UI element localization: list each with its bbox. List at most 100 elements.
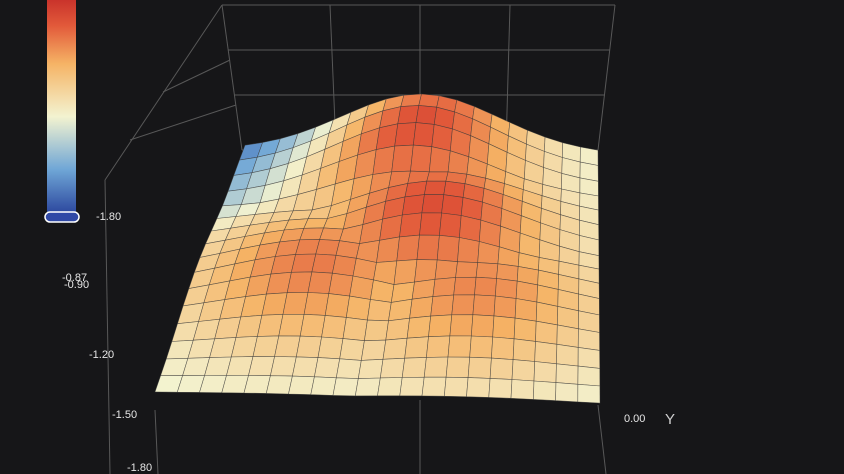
surface-cell bbox=[328, 272, 354, 297]
surface-cell bbox=[513, 317, 537, 342]
surface-cell bbox=[533, 361, 557, 383]
surface-cell bbox=[243, 375, 271, 394]
surface-cell bbox=[472, 294, 496, 317]
surface-cell bbox=[489, 357, 514, 380]
surface-cell bbox=[535, 320, 558, 345]
surface-cell bbox=[397, 105, 420, 125]
surface-cell bbox=[288, 375, 315, 395]
surface-cell bbox=[391, 144, 414, 173]
surface-cell bbox=[314, 357, 341, 379]
surface-cell bbox=[295, 335, 322, 358]
surface-cell bbox=[404, 336, 429, 359]
surface-cell bbox=[372, 145, 396, 175]
surface-cell bbox=[451, 294, 475, 316]
surface-cell bbox=[436, 234, 460, 263]
surface-cell bbox=[292, 356, 319, 378]
surface-cell bbox=[419, 212, 442, 236]
surface-plot[interactable]: -0.87 -0.90 -1.20 -1.50 -1.80 0.00 Y bbox=[0, 0, 844, 474]
surface-cell bbox=[469, 335, 494, 359]
surface-cell bbox=[496, 263, 519, 282]
surface-cell bbox=[421, 194, 445, 214]
surface-cell bbox=[412, 122, 435, 148]
surface-cell bbox=[426, 335, 451, 358]
surface-cell bbox=[492, 315, 516, 340]
surface-cell bbox=[577, 328, 600, 351]
surface-cell bbox=[431, 124, 453, 152]
colorbar-handle[interactable] bbox=[44, 211, 80, 223]
surface-cell bbox=[401, 357, 427, 378]
z-tick: -1.80 bbox=[127, 462, 152, 474]
surface-cell bbox=[423, 356, 449, 378]
surface-cell bbox=[332, 377, 359, 397]
surface-cell bbox=[367, 299, 392, 322]
surface-cell bbox=[426, 171, 449, 182]
surface-cell bbox=[376, 236, 400, 263]
surface-cell bbox=[315, 239, 340, 256]
surface-cell bbox=[332, 254, 357, 277]
surface-cell bbox=[354, 377, 381, 397]
z-tick: -1.20 bbox=[89, 349, 114, 361]
surface-cell bbox=[394, 122, 417, 147]
surface-cell bbox=[265, 375, 293, 395]
surface-cell bbox=[534, 341, 558, 365]
surface-cell bbox=[511, 359, 536, 382]
surface-mesh bbox=[154, 93, 601, 404]
y-tick: 0.00 bbox=[624, 413, 645, 425]
surface-cell bbox=[555, 382, 579, 403]
surface-cell bbox=[514, 298, 538, 322]
surface-cell bbox=[324, 293, 350, 318]
surface-cell bbox=[470, 314, 495, 338]
surface-cell bbox=[443, 376, 469, 398]
surface-cell bbox=[357, 358, 384, 379]
y-axis-title: Y bbox=[665, 411, 675, 428]
z-tick: -0.90 bbox=[64, 279, 89, 291]
surface-cell bbox=[400, 93, 422, 107]
surface-cell bbox=[382, 337, 408, 360]
surface-cell bbox=[342, 317, 368, 342]
surface-cell bbox=[393, 259, 418, 285]
surface-cell bbox=[459, 215, 482, 242]
surface-cell bbox=[556, 324, 579, 348]
surface-cell bbox=[396, 234, 420, 262]
surface-cell bbox=[577, 347, 601, 369]
surface-cell bbox=[248, 356, 275, 377]
surface-cell bbox=[512, 338, 536, 362]
surface-cell bbox=[399, 376, 425, 397]
surface-cell bbox=[441, 194, 464, 216]
surface-cell bbox=[424, 180, 447, 196]
surface-cell bbox=[532, 380, 557, 401]
surface-cell bbox=[385, 317, 410, 341]
surface-cell bbox=[555, 363, 579, 385]
surface-cell bbox=[399, 212, 423, 238]
surface-cell bbox=[491, 336, 515, 360]
surface-cell bbox=[467, 356, 492, 379]
surface-cell bbox=[414, 259, 438, 283]
surface-cell bbox=[286, 271, 313, 294]
surface-cell bbox=[339, 338, 365, 361]
surface-cell bbox=[409, 296, 434, 319]
surface-cell bbox=[311, 253, 337, 274]
surface-cell bbox=[510, 379, 535, 400]
surface-cell bbox=[360, 339, 387, 361]
surface-cell bbox=[455, 261, 479, 278]
surface-cell bbox=[377, 377, 403, 397]
surface-cell bbox=[445, 356, 471, 378]
surface-cell bbox=[453, 276, 477, 296]
surface-cell bbox=[439, 212, 462, 238]
surface-cell bbox=[421, 376, 447, 397]
surface-cell bbox=[299, 313, 326, 338]
surface-cell bbox=[278, 313, 305, 337]
colorbar-min-label: -1.80 bbox=[96, 211, 122, 223]
surface-cell bbox=[364, 319, 389, 342]
surface-cell bbox=[447, 335, 472, 358]
surface-cell bbox=[321, 315, 347, 339]
surface-cell bbox=[270, 356, 297, 377]
surface-cell bbox=[474, 276, 497, 297]
surface-cell bbox=[379, 357, 406, 379]
surface-cell bbox=[449, 314, 474, 337]
surface-cell bbox=[310, 376, 337, 396]
surface-cell bbox=[416, 234, 440, 261]
surface-cell bbox=[345, 295, 371, 321]
surface-cell bbox=[556, 343, 579, 367]
surface-cell bbox=[415, 105, 438, 125]
